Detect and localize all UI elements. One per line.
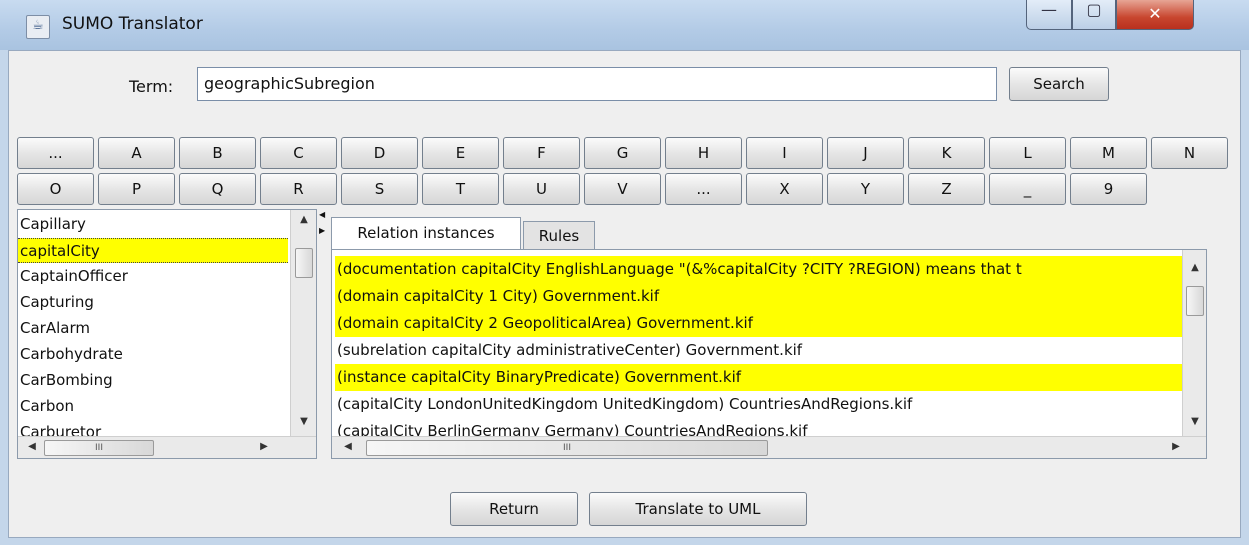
term-list-item[interactable]: CaptainOfficer	[20, 264, 128, 289]
letter-button[interactable]: U	[503, 173, 580, 205]
letter-button[interactable]: ...	[17, 137, 94, 169]
letter-button[interactable]: D	[341, 137, 418, 169]
letter-button[interactable]: A	[98, 137, 175, 169]
letter-button[interactable]: Y	[827, 173, 904, 205]
term-list-item[interactable]: Capturing	[20, 290, 94, 315]
relations-scroll-down-icon[interactable]: ▼	[1187, 416, 1203, 427]
close-button[interactable]: ✕	[1116, 0, 1194, 30]
search-button[interactable]: Search	[1009, 67, 1109, 101]
splitter-handle[interactable]: ◀ ▶	[319, 211, 327, 257]
maximize-icon: ▢	[1086, 0, 1102, 19]
letter-button[interactable]: R	[260, 173, 337, 205]
letter-button[interactable]: S	[341, 173, 418, 205]
letter-button[interactable]: I	[746, 137, 823, 169]
letter-button[interactable]: J	[827, 137, 904, 169]
relation-instances-panel[interactable]: (documentation capitalCity EnglishLangua…	[331, 249, 1207, 459]
relations-vscroll-thumb[interactable]	[1186, 286, 1204, 316]
client-area: Term: geographicSubregion Search ... A B C D…	[8, 50, 1241, 538]
minimize-button[interactable]: —	[1026, 0, 1072, 30]
app-window: ☕ SUMO Translator — ▢ ✕ Term: geographic…	[0, 0, 1249, 545]
letter-button[interactable]: 9	[1070, 173, 1147, 205]
java-app-icon: ☕	[26, 15, 50, 39]
letter-button[interactable]: V	[584, 173, 661, 205]
term-list[interactable]: Capillary capitalCity CaptainOfficer Captur…	[17, 209, 317, 459]
term-list-item[interactable]: capitalCity	[18, 238, 288, 263]
letter-button[interactable]: K	[908, 137, 985, 169]
window-title: SUMO Translator	[62, 14, 203, 34]
term-label: Term:	[129, 77, 174, 96]
letter-button[interactable]: _	[989, 173, 1066, 205]
letter-button[interactable]: C	[260, 137, 337, 169]
letter-button[interactable]: O	[17, 173, 94, 205]
letter-button[interactable]: G	[584, 137, 661, 169]
term-list-item[interactable]: Carbon	[20, 394, 74, 419]
letter-button[interactable]: H	[665, 137, 742, 169]
term-list-item[interactable]: CarAlarm	[20, 316, 90, 341]
relations-vscroll-track[interactable]: ▲ ▼	[1182, 250, 1206, 436]
relations-scroll-up-icon[interactable]: ▲	[1187, 262, 1203, 273]
relations-hscroll-thumb[interactable]: III	[366, 440, 768, 456]
letter-button[interactable]: Q	[179, 173, 256, 205]
letter-button[interactable]: L	[989, 137, 1066, 169]
letter-button[interactable]: ...	[665, 173, 742, 205]
translate-to-uml-button[interactable]: Translate to UML	[589, 492, 807, 526]
letter-button[interactable]: B	[179, 137, 256, 169]
letter-button[interactable]: F	[503, 137, 580, 169]
term-list-item[interactable]: Capillary	[20, 212, 86, 237]
relation-row[interactable]: (documentation capitalCity EnglishLangua…	[335, 256, 1197, 283]
term-list-vscrollbar[interactable]: ▲ ▼	[290, 210, 316, 436]
tab-relation-instances[interactable]: Relation instances	[331, 217, 521, 250]
term-list-item[interactable]: Carbohydrate	[20, 342, 123, 367]
term-list-item[interactable]: CarBombing	[20, 368, 113, 393]
relations-scroll-left-icon[interactable]: ◀	[340, 441, 356, 452]
term-list-hscrollbar[interactable]: ◀ III ▶	[18, 436, 316, 458]
relation-row[interactable]: (subrelation capitalCity administrativeC…	[335, 337, 1197, 364]
close-icon: ✕	[1148, 4, 1162, 23]
term-input[interactable]: geographicSubregion	[197, 67, 997, 101]
title-bar[interactable]: ☕ SUMO Translator — ▢ ✕	[0, 0, 1249, 50]
term-list-vscroll-thumb[interactable]	[295, 248, 313, 278]
letter-button[interactable]: X	[746, 173, 823, 205]
minimize-icon: —	[1041, 0, 1057, 19]
relation-row[interactable]: (domain capitalCity 2 GeopoliticalArea) …	[335, 310, 1197, 337]
relations-scroll-right-icon[interactable]: ▶	[1168, 441, 1184, 452]
tab-rules[interactable]: Rules	[523, 221, 595, 249]
letter-button[interactable]: P	[98, 173, 175, 205]
maximize-button[interactable]: ▢	[1072, 0, 1116, 30]
scroll-right-icon[interactable]: ▶	[256, 441, 272, 452]
relation-row[interactable]: (domain capitalCity 1 City) Government.k…	[335, 283, 1197, 310]
letter-button[interactable]: Z	[908, 173, 985, 205]
letter-button[interactable]: M	[1070, 137, 1147, 169]
term-list-hscroll-thumb[interactable]: III	[44, 440, 154, 456]
relation-row[interactable]: (capitalCity LondonUnitedKingdom UnitedK…	[335, 391, 1197, 418]
scroll-left-icon[interactable]: ◀	[24, 441, 40, 452]
letter-button[interactable]: E	[422, 137, 499, 169]
letter-button[interactable]: T	[422, 173, 499, 205]
relation-row[interactable]: (instance capitalCity BinaryPredicate) G…	[335, 364, 1197, 391]
scroll-up-icon[interactable]: ▲	[296, 214, 312, 225]
scroll-down-icon[interactable]: ▼	[296, 416, 312, 427]
letter-button[interactable]: N	[1151, 137, 1228, 169]
relations-hscrollbar[interactable]: ◀ III ▶	[332, 436, 1206, 458]
return-button[interactable]: Return	[450, 492, 578, 526]
